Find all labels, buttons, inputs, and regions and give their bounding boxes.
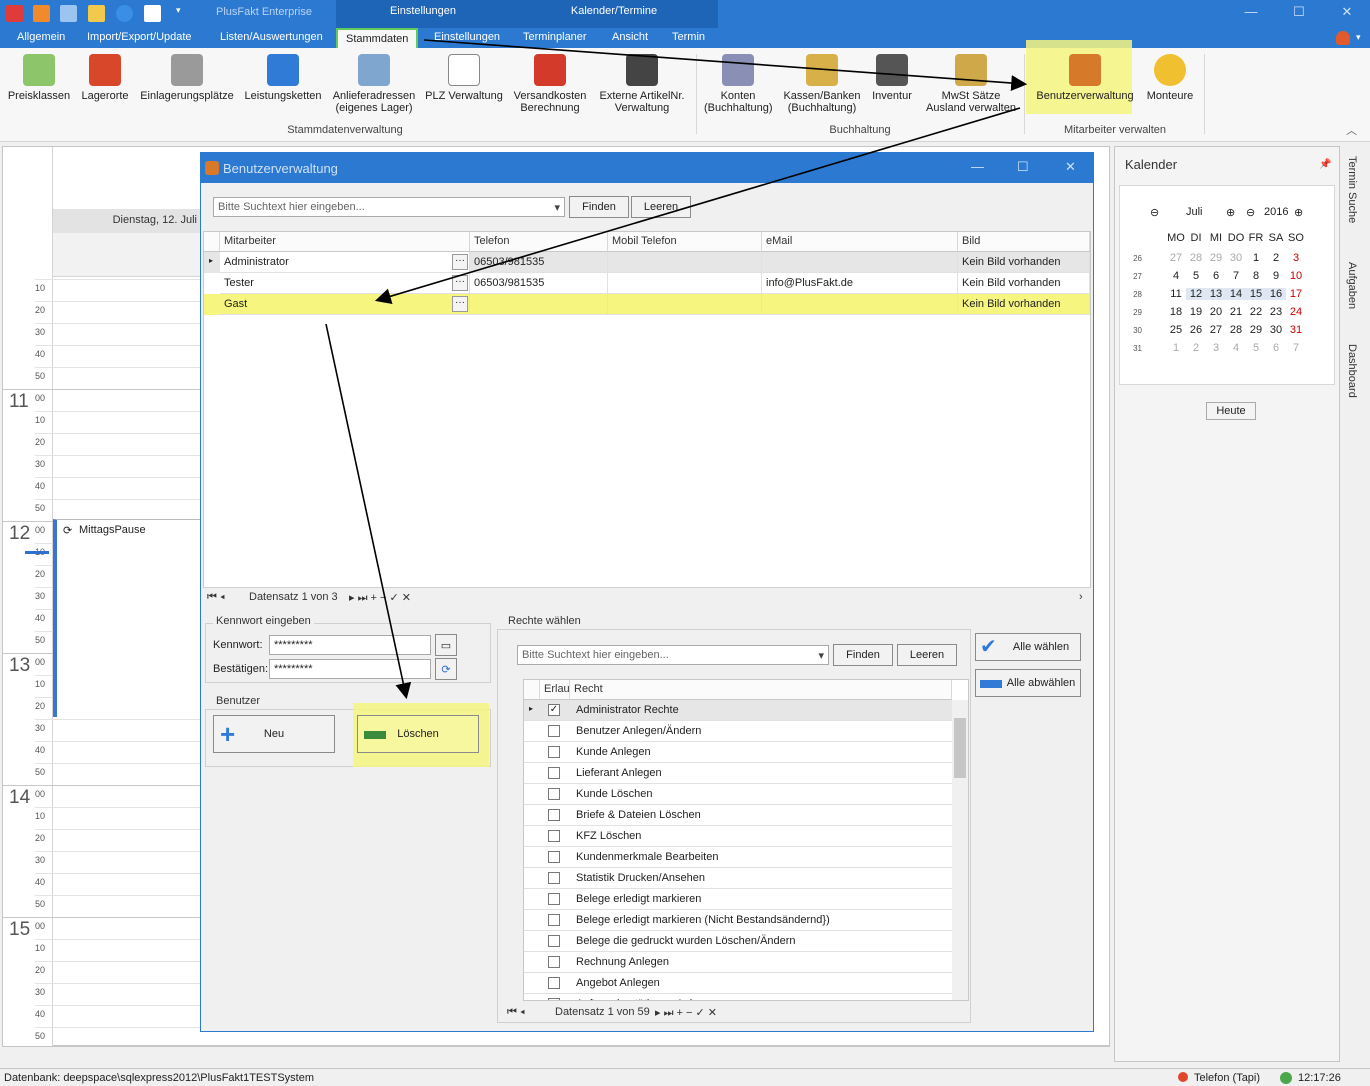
status-bar: Datenbank: deepspace\sqlexpress2012\Plus… [0, 1068, 1370, 1086]
annotation-arrows [325, 39, 1028, 700]
phone-status[interactable]: Telefon (Tapi) [1194, 1072, 1260, 1084]
clock-icon [1280, 1072, 1292, 1084]
database-status: Datenbank: deepspace\sqlexpress2012\Plus… [4, 1072, 314, 1084]
phone-status-icon [1178, 1072, 1188, 1082]
status-time: 12:17:26 [1298, 1072, 1341, 1084]
